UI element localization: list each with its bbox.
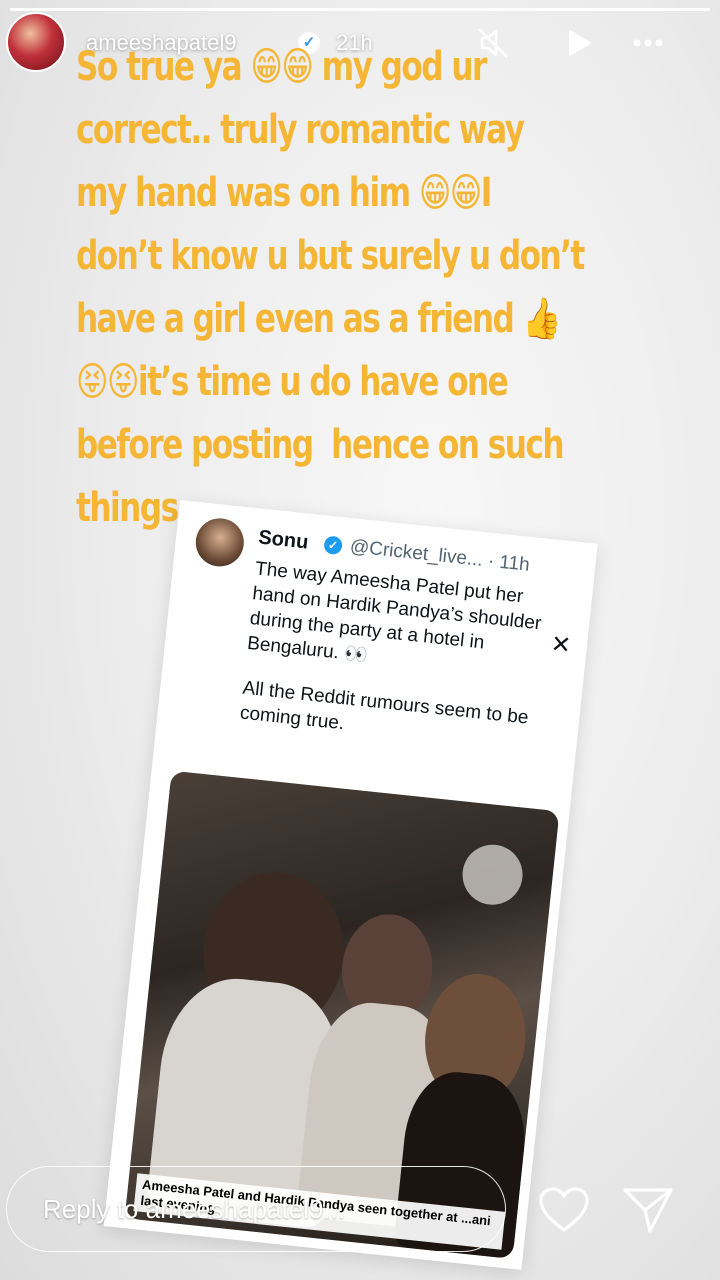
send-icon[interactable]: [620, 1184, 676, 1236]
tweet-screenshot: Sonu ✓ @Cricket_live... · 11h ✕ The way …: [103, 500, 598, 1270]
caption-line: have a girl even as a friend 👍: [76, 296, 561, 342]
avatar[interactable]: [6, 12, 66, 72]
reply-placeholder: Reply to ameeshapatel9...: [43, 1194, 346, 1224]
more-icon[interactable]: [631, 26, 665, 60]
story-caption: So true ya 😁😁 my god ur correct.. truly r…: [76, 36, 591, 540]
tweet-verified-icon: ✓: [323, 535, 344, 556]
caption-line: 😝😝it’s time u do have one: [76, 359, 509, 405]
tweet-body: The way Ameesha Patel put her hand on Ha…: [237, 556, 565, 777]
reply-input[interactable]: Reply to ameeshapatel9...: [6, 1166, 506, 1252]
caption-line: correct.. truly romantic way: [76, 107, 525, 153]
tweet-author-name: Sonu: [257, 526, 310, 554]
photo-light: [459, 841, 526, 908]
tweet-avatar: [193, 516, 247, 569]
heart-icon[interactable]: [538, 1186, 590, 1234]
caption-line: don’t know u but surely u don’t: [76, 233, 585, 279]
tweet-text-1: The way Ameesha Patel put her hand on Ha…: [246, 558, 543, 667]
caption-line: before posting hence on such: [76, 422, 565, 468]
caption-line: So true ya 😁😁 my god ur: [76, 44, 487, 90]
tweet-text-2: All the Reddit rumours seem to be coming…: [238, 677, 530, 735]
caption-line: my hand was on him 😁😁I: [76, 170, 492, 216]
story-viewer: ameeshapatel9 ✓ 21h So true ya 😁😁 my god…: [0, 0, 720, 1280]
